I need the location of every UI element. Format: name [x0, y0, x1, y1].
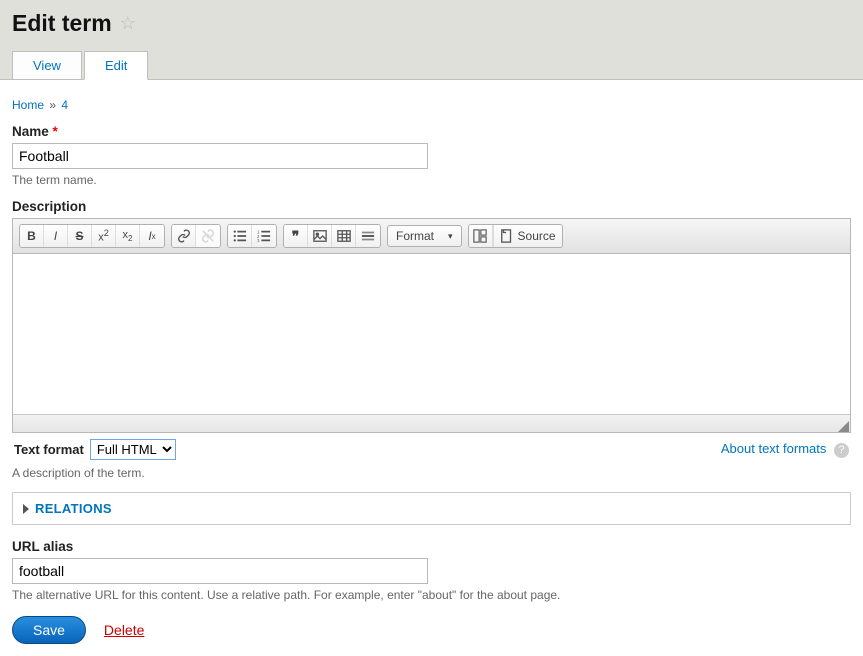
url-alias-input[interactable]: [12, 558, 428, 584]
description-help: A description of the term.: [12, 466, 851, 480]
breadcrumb-home[interactable]: Home: [12, 98, 44, 112]
disclosure-triangle-icon: [23, 504, 29, 514]
remove-format-icon[interactable]: Ix: [140, 225, 164, 247]
name-help: The term name.: [12, 173, 851, 187]
chevron-down-icon: ▾: [448, 231, 453, 242]
text-format-select[interactable]: Full HTML: [90, 439, 176, 460]
about-text-formats-link[interactable]: About text formats: [721, 441, 827, 456]
editor-status-bar: [13, 414, 850, 432]
breadcrumb: Home » 4: [12, 98, 851, 112]
horizontal-rule-icon[interactable]: [356, 225, 380, 247]
favorite-star-icon[interactable]: ☆: [120, 13, 136, 34]
delete-link[interactable]: Delete: [104, 622, 144, 638]
help-icon[interactable]: ?: [834, 443, 849, 458]
tab-view[interactable]: View: [12, 51, 82, 80]
name-input[interactable]: [12, 143, 428, 169]
name-label: Name *: [12, 124, 851, 139]
link-icon[interactable]: [172, 225, 196, 247]
url-alias-label: URL alias: [12, 539, 851, 554]
description-label: Description: [12, 199, 851, 214]
strike-icon[interactable]: S: [68, 225, 92, 247]
wysiwyg-editor: B I S x2 x2 Ix: [12, 218, 851, 433]
blockquote-icon[interactable]: ❞: [284, 225, 308, 247]
save-button[interactable]: Save: [12, 616, 86, 644]
table-icon[interactable]: [332, 225, 356, 247]
relations-toggle[interactable]: RELATIONS: [13, 493, 850, 524]
breadcrumb-sep: »: [49, 98, 56, 112]
subscript-icon[interactable]: x2: [116, 225, 140, 247]
required-mark: *: [53, 124, 58, 139]
unlink-icon: [196, 225, 220, 247]
source-button[interactable]: Source: [493, 225, 562, 247]
tab-edit[interactable]: Edit: [84, 51, 148, 80]
text-format-label: Text format: [14, 442, 84, 457]
italic-icon[interactable]: I: [44, 225, 68, 247]
svg-text:3: 3: [257, 238, 260, 243]
image-icon[interactable]: [308, 225, 332, 247]
superscript-icon[interactable]: x2: [92, 225, 116, 247]
primary-tabs: View Edit: [12, 51, 851, 79]
breadcrumb-term[interactable]: 4: [61, 98, 68, 112]
editor-toolbar: B I S x2 x2 Ix: [13, 219, 850, 254]
show-blocks-icon[interactable]: [469, 225, 493, 247]
bullet-list-icon[interactable]: [228, 225, 252, 247]
page-title: Edit term: [12, 10, 112, 37]
url-alias-help: The alternative URL for this content. Us…: [12, 588, 851, 602]
resize-handle-icon[interactable]: [838, 421, 849, 432]
number-list-icon[interactable]: 123: [252, 225, 276, 247]
bold-icon[interactable]: B: [20, 225, 44, 247]
editor-content-area[interactable]: [13, 254, 850, 414]
format-dropdown[interactable]: Format ▾: [387, 225, 462, 247]
relations-section: RELATIONS: [12, 492, 851, 525]
